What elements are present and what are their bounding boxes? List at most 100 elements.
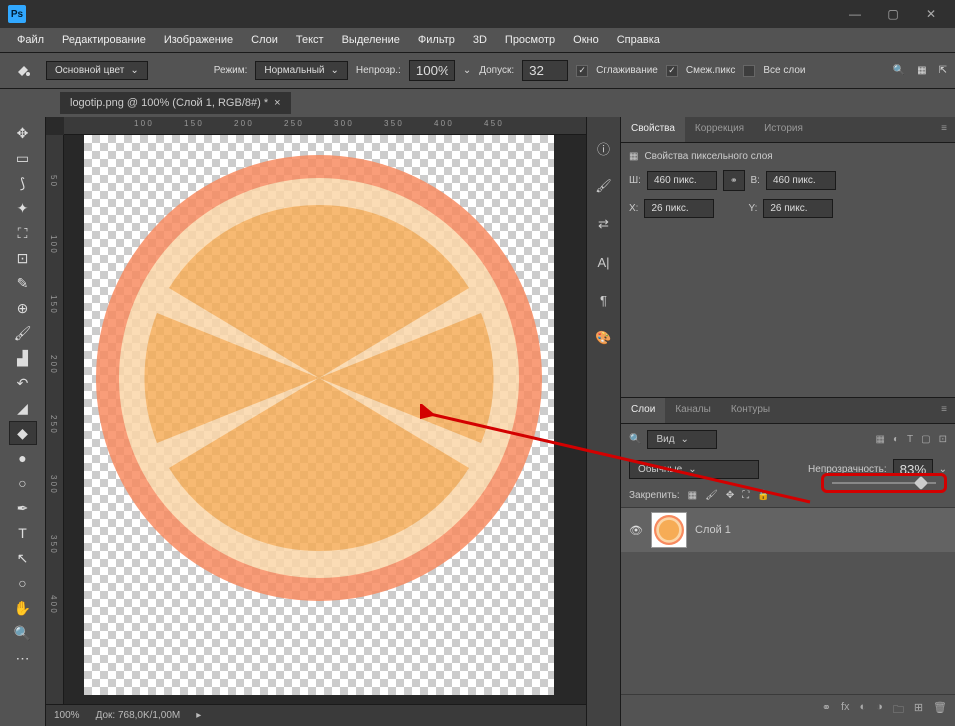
- mask-icon[interactable]: ◐: [860, 701, 867, 720]
- more-tool[interactable]: ⋯: [9, 646, 37, 670]
- swatches-icon[interactable]: 🎨: [593, 327, 615, 349]
- menu-text[interactable]: Текст: [287, 34, 333, 46]
- paragraph-icon[interactable]: ¶: [593, 289, 615, 311]
- tab-adjustments[interactable]: Коррекция: [685, 117, 754, 142]
- menu-view[interactable]: Просмотр: [496, 34, 564, 46]
- maximize-button[interactable]: ▢: [877, 4, 909, 24]
- fill-source-dropdown[interactable]: Основной цвет⌄: [46, 61, 148, 80]
- opacity-slider[interactable]: [821, 473, 947, 493]
- link-wh-button[interactable]: ⚭: [723, 170, 745, 191]
- new-layer-icon[interactable]: ⊞: [914, 701, 923, 720]
- history-brush-tool[interactable]: ↶: [9, 371, 37, 395]
- brush-tool[interactable]: 🖌: [9, 321, 37, 345]
- info-icon[interactable]: ⓘ: [593, 137, 615, 159]
- tolerance-field[interactable]: [522, 60, 568, 81]
- eraser-tool[interactable]: ◢: [9, 396, 37, 420]
- width-field[interactable]: [647, 171, 717, 190]
- heal-tool[interactable]: ⊕: [9, 296, 37, 320]
- layer-name[interactable]: Слой 1: [695, 524, 731, 536]
- document-tab[interactable]: logotip.png @ 100% (Слой 1, RGB/8#) * ×: [60, 92, 291, 114]
- contiguous-checkbox[interactable]: [666, 65, 678, 77]
- workspace-icon[interactable]: ▦: [917, 65, 926, 76]
- lock-all-icon[interactable]: 🔒: [757, 490, 769, 501]
- type-icon[interactable]: A|: [593, 251, 615, 273]
- menu-file[interactable]: Файл: [8, 34, 53, 46]
- tab-paths[interactable]: Контуры: [721, 398, 780, 423]
- path-tool[interactable]: ↖: [9, 546, 37, 570]
- link-layers-icon[interactable]: ⚭: [822, 701, 831, 720]
- layers-menu-icon[interactable]: ≡: [933, 398, 955, 423]
- filter-pixel-icon[interactable]: ▦: [876, 434, 885, 445]
- menu-layer[interactable]: Слои: [242, 34, 287, 46]
- tab-history[interactable]: История: [754, 117, 813, 142]
- delete-layer-icon[interactable]: 🗑: [933, 701, 947, 720]
- marquee-tool[interactable]: ▭: [9, 146, 37, 170]
- adjustment-icon[interactable]: ◑: [876, 701, 883, 720]
- shape-tool[interactable]: ○: [9, 571, 37, 595]
- lock-artboard-icon[interactable]: ⛶: [742, 490, 749, 501]
- layers-footer: ⚭ fx ◐ ◑ 🗀 ⊞ 🗑: [621, 694, 955, 726]
- filter-shape-icon[interactable]: ▢: [921, 434, 930, 445]
- search-icon[interactable]: 🔍: [893, 65, 905, 76]
- tool-preset[interactable]: [8, 58, 38, 84]
- close-button[interactable]: ✕: [915, 4, 947, 24]
- move-tool[interactable]: ✥: [9, 121, 37, 145]
- antialias-checkbox[interactable]: [576, 65, 588, 77]
- menu-filter[interactable]: Фильтр: [409, 34, 464, 46]
- opacity-field[interactable]: [409, 60, 455, 81]
- stamp-tool[interactable]: ▟: [9, 346, 37, 370]
- lock-image-icon[interactable]: 🖌: [705, 490, 718, 501]
- blur-tool[interactable]: ●: [9, 446, 37, 470]
- filter-smart-icon[interactable]: ⊡: [939, 434, 947, 445]
- canvas[interactable]: [64, 135, 586, 704]
- menu-window[interactable]: Окно: [564, 34, 608, 46]
- blend-mode-dropdown[interactable]: Обычные⌄: [629, 460, 759, 479]
- x-field[interactable]: [644, 199, 714, 218]
- lasso-tool[interactable]: ⟆: [9, 171, 37, 195]
- menu-image[interactable]: Изображение: [155, 34, 242, 46]
- eyedropper-tool[interactable]: ✎: [9, 271, 37, 295]
- filter-adjust-icon[interactable]: ◐: [893, 434, 899, 445]
- menu-edit[interactable]: Редактирование: [53, 34, 155, 46]
- tab-layers[interactable]: Слои: [621, 398, 665, 423]
- pen-tool[interactable]: ✒: [9, 496, 37, 520]
- hand-tool[interactable]: ✋: [9, 596, 37, 620]
- filter-text-icon[interactable]: T: [907, 434, 913, 445]
- panel-menu-icon[interactable]: ≡: [933, 117, 955, 142]
- zoom-tool[interactable]: 🔍: [9, 621, 37, 645]
- tab-properties[interactable]: Свойства: [621, 117, 685, 142]
- wand-tool[interactable]: ✦: [9, 196, 37, 220]
- menu-select[interactable]: Выделение: [333, 34, 409, 46]
- crop-tool[interactable]: ⛶: [9, 221, 37, 245]
- type-tool[interactable]: T: [9, 521, 37, 545]
- tab-channels[interactable]: Каналы: [665, 398, 721, 423]
- layer-item[interactable]: 👁 Слой 1: [621, 508, 955, 552]
- fx-icon[interactable]: fx: [841, 701, 850, 720]
- bucket-tool[interactable]: ◆: [9, 421, 37, 445]
- alllayers-checkbox[interactable]: [743, 65, 755, 77]
- lock-position-icon[interactable]: ✥: [726, 490, 734, 501]
- properties-tabs: Свойства Коррекция История ≡: [621, 117, 955, 143]
- menu-3d[interactable]: 3D: [464, 34, 496, 46]
- menu-help[interactable]: Справка: [608, 34, 669, 46]
- adjustments-icon[interactable]: ⇄: [593, 213, 615, 235]
- frame-tool[interactable]: ⊡: [9, 246, 37, 270]
- document-tab-title: logotip.png @ 100% (Слой 1, RGB/8#) *: [70, 97, 268, 109]
- layers-tabs: Слои Каналы Контуры ≡: [621, 398, 955, 424]
- minimize-button[interactable]: —: [839, 4, 871, 24]
- share-icon[interactable]: ⇱: [939, 65, 947, 76]
- brush-settings-icon[interactable]: 🖌: [593, 175, 615, 197]
- y-field[interactable]: [763, 199, 833, 218]
- dodge-tool[interactable]: ○: [9, 471, 37, 495]
- group-icon[interactable]: 🗀: [893, 701, 904, 720]
- close-tab-icon[interactable]: ×: [274, 97, 280, 109]
- visibility-icon[interactable]: 👁: [629, 524, 643, 537]
- zoom-level[interactable]: 100%: [54, 710, 80, 721]
- lock-transparent-icon[interactable]: ▦: [688, 490, 697, 501]
- workspace: ✥ ▭ ⟆ ✦ ⛶ ⊡ ✎ ⊕ 🖌 ▟ ↶ ◢ ◆ ● ○ ✒ T ↖ ○ ✋ …: [0, 117, 955, 726]
- mode-dropdown[interactable]: Нормальный⌄: [255, 61, 348, 80]
- width-label: Ш:: [629, 175, 641, 186]
- height-field[interactable]: [766, 171, 836, 190]
- contiguous-label: Смеж.пикс: [686, 65, 736, 76]
- filter-kind-dropdown[interactable]: Вид⌄: [647, 430, 717, 449]
